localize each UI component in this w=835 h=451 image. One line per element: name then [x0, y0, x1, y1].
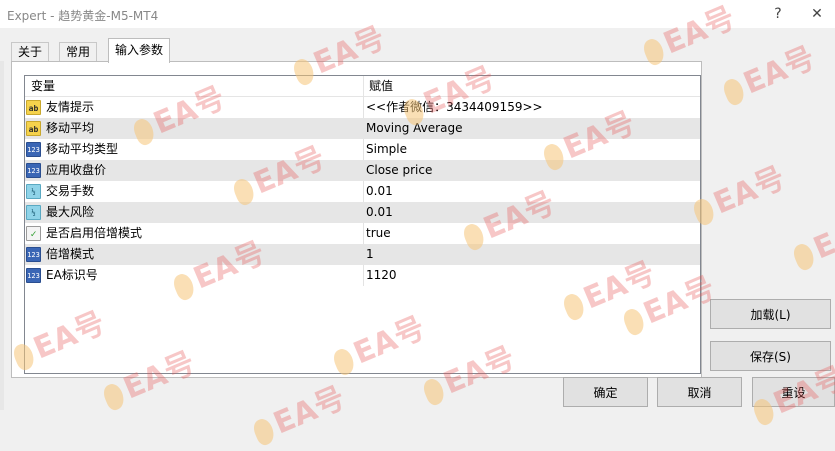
parameter-value[interactable]: Close price	[366, 160, 432, 181]
window-title: Expert - 趋势黄金-M5-MT4	[7, 9, 159, 23]
left-edge	[0, 61, 4, 410]
parameter-value[interactable]: 1	[366, 244, 374, 265]
watermark-text: EA号	[708, 160, 791, 222]
load-button[interactable]: 加载(L)	[710, 299, 831, 329]
parameter-name: 移动平均	[46, 121, 95, 135]
table-row[interactable]: 123 应用收盘价 Close price	[25, 160, 700, 181]
table-row[interactable]: 123 EA标识号 1120	[25, 265, 700, 286]
parameter-name: 交易手数	[46, 184, 95, 198]
parameter-value[interactable]: Simple	[366, 139, 407, 160]
watermark-logo-icon	[100, 380, 128, 412]
watermark: EA号	[245, 373, 350, 451]
watermark-text: EA号	[268, 380, 351, 442]
table-row[interactable]: ab 移动平均 Moving Average	[25, 118, 700, 139]
watermark: EA号	[715, 33, 820, 111]
string-type-icon: ab	[26, 100, 41, 115]
parameter-value[interactable]: 1120	[366, 265, 397, 286]
parameter-value[interactable]: 0.01	[366, 181, 393, 202]
parameter-name: 应用收盘价	[46, 163, 107, 177]
cancel-button[interactable]: 取消	[657, 377, 742, 407]
parameter-name: 移动平均类型	[46, 142, 119, 156]
parameter-value[interactable]: true	[366, 223, 391, 244]
table-row[interactable]: ½ 交易手数 0.01	[25, 181, 700, 202]
ok-button[interactable]: 确定	[563, 377, 648, 407]
reset-button[interactable]: 重设	[752, 377, 835, 407]
tab-about[interactable]: 关于	[11, 42, 50, 62]
watermark-logo-icon	[250, 415, 278, 447]
title-bar: Expert - 趋势黄金-M5-MT4 ? ✕	[0, 0, 835, 28]
watermark-logo-icon	[790, 240, 818, 272]
column-header-value[interactable]: 赋值	[369, 76, 393, 96]
save-button[interactable]: 保存(S)	[710, 341, 831, 371]
column-header-variable[interactable]: 变量	[31, 76, 55, 96]
parameter-value[interactable]: Moving Average	[366, 118, 462, 139]
parameter-name: 倍增模式	[46, 247, 95, 261]
tab-common[interactable]: 常用	[59, 42, 98, 62]
help-button[interactable]: ?	[765, 3, 791, 25]
watermark-logo-icon	[420, 375, 448, 407]
parameter-name: EA标识号	[46, 268, 98, 282]
table-row[interactable]: ab 友情提示 <<作者微信：3434409159>>	[25, 97, 700, 118]
table-row[interactable]: 123 倍增模式 1	[25, 244, 700, 265]
parameter-value[interactable]: <<作者微信：3434409159>>	[366, 97, 543, 118]
table-row[interactable]: ½ 最大风险 0.01	[25, 202, 700, 223]
double-type-icon: ½	[26, 205, 41, 220]
string-type-icon: ab	[26, 121, 41, 136]
parameter-name: 是否启用倍增模式	[46, 226, 143, 240]
grid-header: 变量 赋值	[25, 76, 700, 97]
integer-type-icon: 123	[26, 163, 41, 178]
watermark: EA号	[785, 198, 835, 276]
bool-type-icon: ✓	[26, 226, 41, 241]
integer-type-icon: 123	[26, 268, 41, 283]
integer-type-icon: 123	[26, 247, 41, 262]
parameters-grid[interactable]: 变量 赋值 ab 友情提示 <<作者微信：3434409159>> ab 移动平均 Mov…	[24, 75, 701, 374]
watermark-logo-icon	[720, 75, 748, 107]
double-type-icon: ½	[26, 184, 41, 199]
close-button[interactable]: ✕	[804, 3, 830, 25]
table-row[interactable]: ✓ 是否启用倍增模式 true	[25, 223, 700, 244]
parameter-name: 友情提示	[46, 100, 95, 114]
integer-type-icon: 123	[26, 142, 41, 157]
watermark-text: EA号	[808, 205, 835, 267]
watermark-text: EA号	[738, 40, 821, 102]
tab-inputs[interactable]: 输入参数	[108, 38, 171, 63]
parameter-name: 最大风险	[46, 205, 95, 219]
parameter-value[interactable]: 0.01	[366, 202, 393, 223]
table-row[interactable]: 123 移动平均类型 Simple	[25, 139, 700, 160]
